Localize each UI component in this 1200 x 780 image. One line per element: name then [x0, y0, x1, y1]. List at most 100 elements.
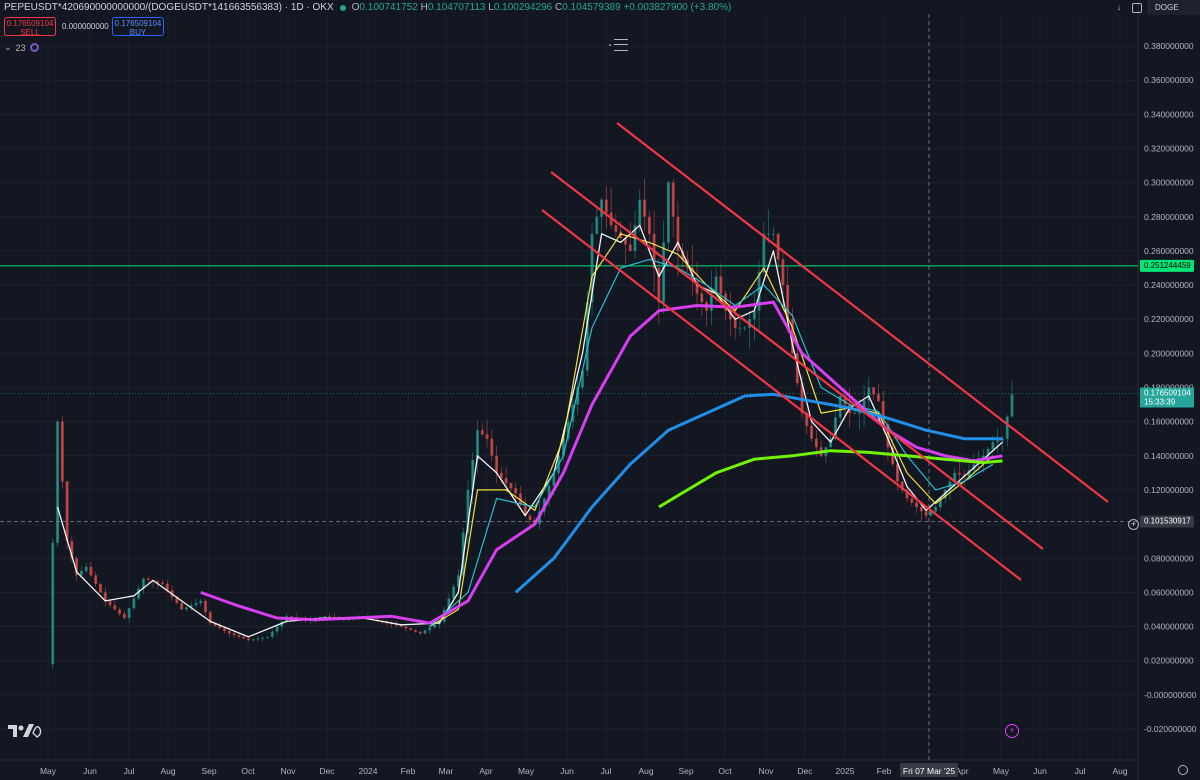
- candle-body: [118, 609, 121, 614]
- y-tick-label: 0.280000000: [1144, 212, 1194, 222]
- y-tick-label: 0.240000000: [1144, 280, 1194, 290]
- x-tick-label: Feb: [877, 766, 892, 776]
- candle-body: [323, 616, 327, 618]
- candle-body: [184, 607, 188, 610]
- candle-body: [261, 637, 265, 639]
- arrow-down-icon[interactable]: ↓: [1112, 1, 1126, 14]
- candle-body: [762, 233, 766, 273]
- list-icon: [613, 39, 628, 51]
- candle-body: [223, 628, 226, 631]
- x-tick-label: Jun: [560, 766, 574, 776]
- candle-body: [289, 616, 293, 618]
- trend-channel-line[interactable]: [616, 122, 1109, 503]
- add-alert-icon[interactable]: +: [1128, 519, 1139, 530]
- candle-body: [767, 233, 771, 235]
- candle-body: [738, 327, 742, 329]
- spread-value: 0.000000000: [62, 22, 109, 31]
- candle-body: [99, 583, 102, 593]
- candle-body: [495, 455, 498, 473]
- tradingview-logo[interactable]: [6, 719, 42, 741]
- candle-body: [996, 440, 1000, 443]
- object-tree-button[interactable]: [600, 36, 636, 54]
- x-tick-label: Jun: [1033, 766, 1047, 776]
- candle-body: [256, 638, 260, 640]
- y-tick-label: 0.380000000: [1144, 41, 1194, 51]
- candle-body: [237, 635, 241, 637]
- candle-body: [242, 636, 246, 639]
- candle-body: [595, 216, 599, 234]
- symbol-header: PEPEUSDT*420690000000000/(DOGEUSDT*14166…: [4, 2, 731, 13]
- candle-body: [108, 600, 112, 606]
- x-tick-label: Jun: [83, 766, 97, 776]
- candle-body: [600, 199, 603, 217]
- x-tick-label: Jul: [601, 766, 612, 776]
- candle-body: [1005, 416, 1009, 439]
- candle-body: [146, 578, 150, 581]
- candle-body: [919, 507, 923, 512]
- x-tick-label: May: [518, 766, 535, 776]
- last-price-tag-text: 0.176509104: [1144, 388, 1191, 397]
- candle-body: [924, 511, 928, 516]
- symbol-title[interactable]: PEPEUSDT*420690000000000/(DOGEUSDT*14166…: [4, 2, 334, 13]
- currency-selector[interactable]: DOGE: [1148, 0, 1200, 15]
- x-tick-label: Aug: [160, 766, 175, 776]
- candle-body: [743, 327, 747, 329]
- candle-body: [480, 430, 484, 435]
- gear-icon[interactable]: [1178, 765, 1188, 775]
- indicator-settings-icon[interactable]: [29, 43, 39, 52]
- sell-button[interactable]: 0.176509104 SELL: [4, 17, 56, 37]
- candle-body: [509, 483, 513, 489]
- y-tick-label: 0.140000000: [1144, 451, 1194, 461]
- candle-body: [84, 566, 88, 572]
- candle-body: [65, 481, 69, 542]
- candle-body: [199, 600, 203, 604]
- candle-body: [89, 566, 93, 576]
- candle-body: [328, 616, 331, 618]
- candle-body: [51, 542, 55, 665]
- candle-body: [662, 242, 666, 303]
- candle-body: [666, 182, 670, 243]
- candle-body: [499, 472, 503, 478]
- x-tick-label: Sep: [678, 766, 693, 776]
- low-value: 0.100294296: [493, 2, 553, 13]
- candle-body: [251, 639, 255, 641]
- trend-channel-line[interactable]: [550, 171, 1044, 550]
- buy-button[interactable]: 0.176509104 BUY: [112, 17, 164, 37]
- candle-body: [671, 182, 675, 217]
- y-tick-label: 0.220000000: [1144, 314, 1194, 324]
- candle-body: [638, 199, 642, 226]
- x-tick-label: Oct: [241, 766, 255, 776]
- x-tick-label: 2025: [836, 766, 855, 776]
- candle-body: [94, 575, 98, 584]
- crosshair-time-tag-text: Fri 07 Mar '25: [903, 766, 955, 776]
- indicators-toggle[interactable]: ⌄ 23: [4, 42, 39, 53]
- candle-body: [418, 631, 422, 634]
- trade-panel: 0.176509104 SELL 0.000000000 0.176509104…: [4, 17, 164, 37]
- candle-body: [270, 631, 274, 637]
- x-tick-label: Apr: [479, 766, 492, 776]
- candle-body: [122, 613, 126, 619]
- dots-icon: [608, 44, 611, 46]
- y-tick-label: 0.320000000: [1144, 143, 1194, 153]
- price-chart[interactable]: 0.380000000 0.360000000 0.340000000 0.32000…: [0, 0, 1200, 780]
- indicator-count: 23: [15, 42, 26, 53]
- candle-body: [910, 498, 914, 503]
- candle-body: [485, 434, 489, 439]
- lightning-icon[interactable]: ⚡: [1005, 724, 1019, 738]
- buy-price: 0.176509104: [114, 19, 162, 28]
- x-tick-label: Feb: [401, 766, 416, 776]
- candle-body: [514, 488, 518, 494]
- candle-body: [991, 442, 995, 449]
- candle-body: [752, 310, 756, 320]
- candle-body: [814, 438, 818, 448]
- candle-body: [857, 413, 861, 414]
- y-tick-label: 0.040000000: [1144, 622, 1194, 632]
- moving-average-line: [56, 224, 1003, 638]
- chart-window: 0.380000000 0.360000000 0.340000000 0.32000…: [0, 0, 1200, 780]
- candle-body: [232, 633, 236, 636]
- y-tick-label: -0.020000000: [1144, 724, 1197, 734]
- crosshair-price-tag-text: 0.101530917: [1144, 517, 1191, 526]
- candle-body: [180, 603, 184, 610]
- y-tick-label: 0.260000000: [1144, 246, 1194, 256]
- maximize-icon[interactable]: [1132, 2, 1142, 13]
